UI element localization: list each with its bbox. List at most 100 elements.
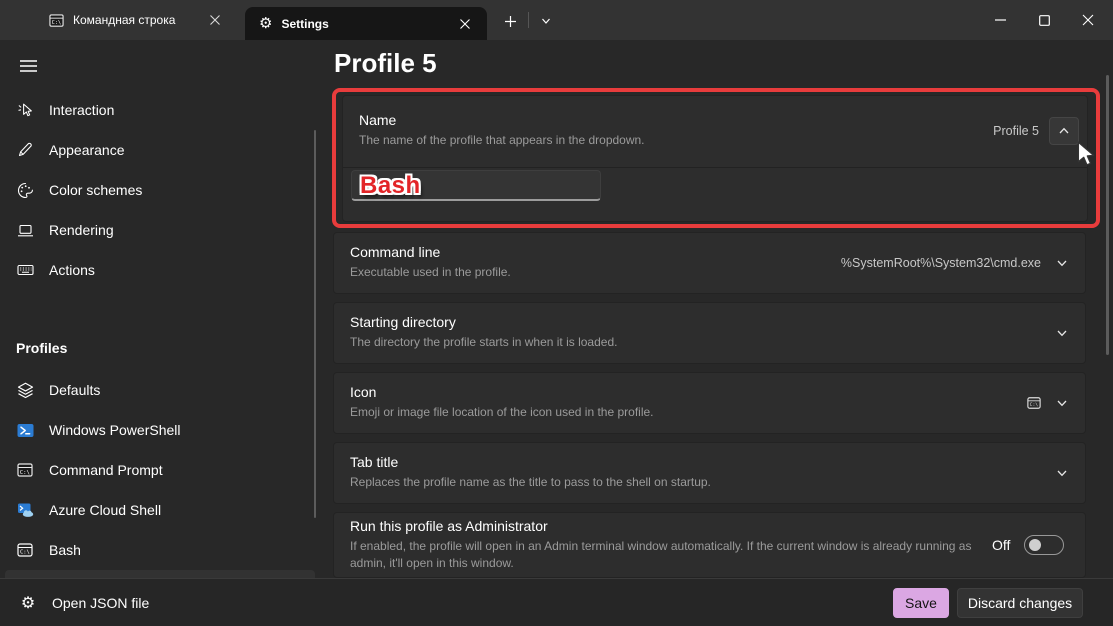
interaction-icon [16, 101, 34, 119]
sidebar-item-label: Windows PowerShell [49, 422, 181, 438]
tab-dropdown-button[interactable] [533, 8, 559, 34]
setting-title: Tab title [350, 454, 1055, 470]
gear-icon: ⚙ [259, 16, 272, 31]
setting-description: Executable used in the profile. [350, 264, 841, 281]
chevron-down-icon [540, 15, 552, 27]
sidebar-item-label: Command Prompt [49, 462, 163, 478]
profile-icon-preview: C:\ [1027, 396, 1041, 410]
sidebar-item-label: Bash [49, 542, 81, 558]
sidebar-item-interaction[interactable]: Interaction [5, 90, 315, 130]
footer-bar: ⚙ Open JSON file Save Discard changes [0, 578, 1113, 626]
setting-title: Command line [350, 244, 841, 260]
hamburger-icon [19, 59, 38, 73]
terminal-window-icon: C:\ [16, 541, 34, 559]
sidebar-item-label: Interaction [49, 102, 114, 118]
main-scrollbar[interactable] [1106, 75, 1109, 355]
cmd-icon: C:\ [49, 13, 64, 28]
sidebar-item-actions[interactable]: Actions [5, 250, 315, 290]
chevron-down-icon [1055, 326, 1069, 340]
plus-icon [504, 15, 517, 28]
setting-description: The name of the profile that appears in … [359, 132, 993, 149]
sidebar-item-label: Appearance [49, 142, 125, 158]
sidebar-item-defaults[interactable]: Defaults [5, 370, 315, 410]
sidebar-item-windows-powershell[interactable]: Windows PowerShell [5, 410, 315, 450]
new-tab-button[interactable] [496, 8, 524, 34]
toggle-knob [1029, 539, 1041, 551]
page-title: Profile 5 [334, 48, 437, 79]
sidebar-item-appearance[interactable]: Appearance [5, 130, 315, 170]
layers-icon [16, 381, 34, 399]
setting-title: Name [359, 112, 993, 128]
svg-text:C:\: C:\ [52, 20, 61, 26]
run-as-admin-setting: Run this profile as Administrator If ena… [333, 512, 1086, 578]
setting-value: %SystemRoot%\System32\cmd.exe [841, 256, 1041, 270]
admin-toggle-switch[interactable] [1024, 535, 1064, 555]
setting-title: Run this profile as Administrator [350, 518, 992, 534]
save-button[interactable]: Save [893, 588, 949, 618]
icon-setting[interactable]: Icon Emoji or image file location of the… [333, 372, 1086, 434]
close-icon [1082, 14, 1094, 26]
setting-title: Starting directory [350, 314, 1055, 330]
sidebar-item-label: Azure Cloud Shell [49, 502, 161, 518]
setting-description: If enabled, the profile will open in an … [350, 538, 992, 573]
powershell-icon [16, 421, 34, 439]
keyboard-icon [16, 261, 34, 279]
title-bar: C:\ Командная строка ⚙ Settings [0, 0, 1113, 40]
setting-description: Emoji or image file location of the icon… [350, 404, 1027, 421]
tab-label: Settings [281, 17, 444, 31]
svg-text:C:\: C:\ [20, 470, 30, 476]
settings-sidebar: Interaction Appearance Co [0, 40, 330, 578]
svg-text:C:\: C:\ [20, 550, 30, 556]
sidebar-item-bash[interactable]: C:\ Bash [5, 530, 315, 570]
setting-description: The directory the profile starts in when… [350, 334, 1055, 351]
open-json-button[interactable]: ⚙ Open JSON file [12, 587, 155, 619]
sidebar-item-label: Actions [49, 262, 95, 278]
tab-command-prompt[interactable]: C:\ Командная строка [35, 0, 237, 40]
terminal-settings-window: C:\ Командная строка ⚙ Settings [0, 0, 1113, 626]
command-line-setting[interactable]: Command line Executable used in the prof… [333, 232, 1086, 294]
sidebar-item-label: Color schemes [49, 182, 142, 198]
setting-description: Replaces the profile name as the title t… [350, 474, 1055, 491]
azure-cloud-icon [16, 501, 34, 519]
sidebar-item-label: Defaults [49, 382, 100, 398]
close-tab-icon[interactable] [203, 8, 227, 32]
close-window-button[interactable] [1066, 0, 1110, 40]
discard-changes-button[interactable]: Discard changes [957, 588, 1083, 618]
name-setting-expander: Name The name of the profile that appear… [342, 95, 1088, 222]
sidebar-item-rendering[interactable]: Rendering [5, 210, 315, 250]
toggle-state-label: Off [992, 537, 1010, 553]
tab-settings[interactable]: ⚙ Settings [245, 7, 487, 40]
sidebar-item-label: Rendering [49, 222, 114, 238]
gear-icon: ⚙ [18, 593, 38, 613]
profile-name-field: Bash [351, 170, 601, 201]
sidebar-item-command-prompt[interactable]: C:\ Command Prompt [5, 450, 315, 490]
collapse-expander-button[interactable] [1049, 117, 1079, 145]
starting-directory-setting[interactable]: Starting directory The directory the pro… [333, 302, 1086, 364]
hamburger-menu-button[interactable] [12, 52, 44, 80]
settings-main-panel: Profile 5 Name The name of the profile t… [330, 40, 1113, 578]
minimize-icon [995, 19, 1006, 21]
minimize-button[interactable] [978, 0, 1022, 40]
profile-name-input[interactable] [352, 171, 600, 199]
tab-title-setting[interactable]: Tab title Replaces the profile name as t… [333, 442, 1086, 504]
sidebar-item-azure-cloud-shell[interactable]: Azure Cloud Shell [5, 490, 315, 530]
chevron-down-icon [1055, 466, 1069, 480]
name-setting-header[interactable]: Name The name of the profile that appear… [343, 96, 1087, 166]
divider [343, 167, 1087, 168]
maximize-icon [1039, 15, 1050, 26]
cmd-icon: C:\ [16, 461, 34, 479]
sidebar-scrollbar[interactable] [314, 130, 316, 518]
profiles-section-header: Profiles [16, 340, 67, 356]
setting-title: Icon [350, 384, 1027, 400]
open-json-label: Open JSON file [52, 595, 149, 611]
close-tab-icon[interactable] [453, 12, 477, 36]
monitor-icon [16, 221, 34, 239]
palette-icon [16, 181, 34, 199]
svg-text:C:\: C:\ [1030, 402, 1039, 408]
chevron-up-icon [1057, 124, 1071, 138]
maximize-button[interactable] [1022, 0, 1066, 40]
tab-bar-separator [528, 12, 529, 28]
paintbrush-icon [16, 141, 34, 159]
sidebar-item-color-schemes[interactable]: Color schemes [5, 170, 315, 210]
chevron-down-icon [1055, 396, 1069, 410]
